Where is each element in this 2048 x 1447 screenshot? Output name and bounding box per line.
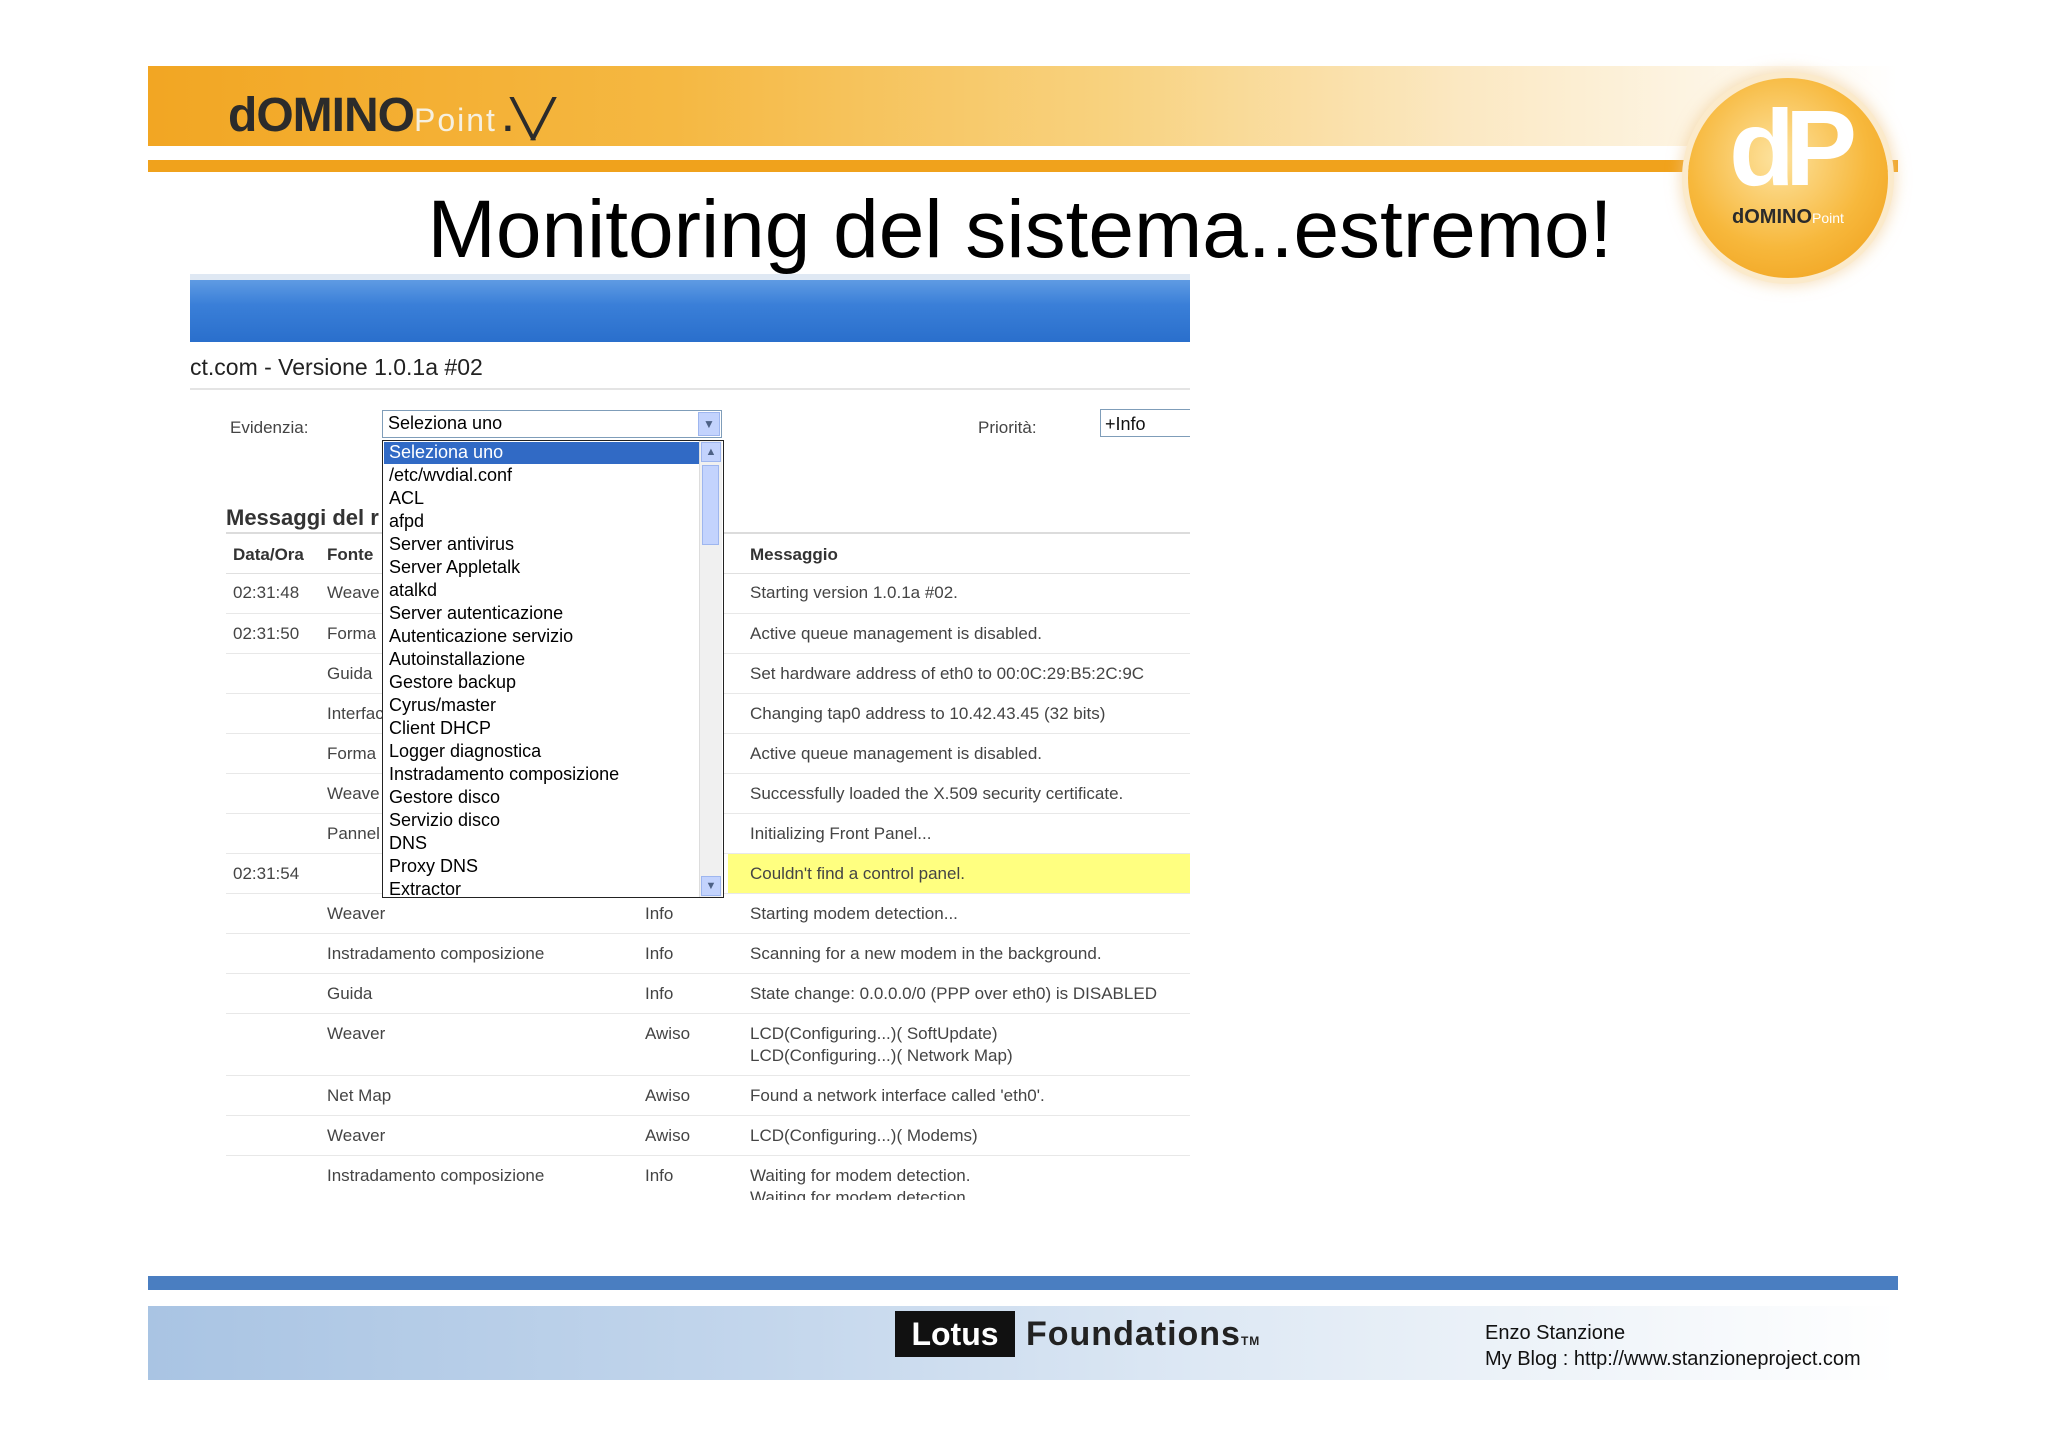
cell-priority: Info <box>645 904 674 923</box>
dropdown-option[interactable]: Server autenticazione <box>389 602 563 625</box>
dropdown-option[interactable]: /etc/wvdial.conf <box>389 464 512 487</box>
dropdown-option[interactable]: Server antivirus <box>389 533 514 556</box>
cell-message-line2: LCD(Configuring...)( Network Map) <box>750 1046 1013 1065</box>
cell-source: Pannel <box>327 824 380 843</box>
row-divider <box>226 1075 1190 1076</box>
dropdown-option[interactable]: Seleziona uno <box>389 441 503 464</box>
priorita-select[interactable]: +Info <box>1100 409 1190 437</box>
priorita-label: Priorità: <box>978 418 1037 437</box>
scroll-up-icon[interactable]: ▲ <box>701 442 721 462</box>
messages-section-title: Messaggi del r <box>226 505 379 530</box>
lotus-logo: Lotus <box>895 1311 1015 1357</box>
cell-message: Starting version 1.0.1a #02. <box>750 583 958 602</box>
dropdown-option[interactable]: Gestore disco <box>389 786 500 809</box>
app-header-bar <box>190 280 1190 342</box>
dropdown-option[interactable]: afpd <box>389 510 424 533</box>
cell-message: Active queue management is disabled. <box>750 624 1043 643</box>
cell-message: Starting modem detection... <box>750 904 958 923</box>
author-name: Enzo Stanzione <box>1485 1322 1626 1344</box>
slide-title: Monitoring del sistema..estremo! <box>427 184 1613 275</box>
cell-source: Guida <box>327 664 373 683</box>
cell-source: Net Map <box>327 1086 392 1105</box>
header-rule <box>148 160 1898 172</box>
dropdown-option[interactable]: Cyrus/master <box>389 694 496 717</box>
dropdown-option[interactable]: Gestore backup <box>389 671 516 694</box>
blog-link[interactable]: My Blog : http://www.stanzioneproject.co… <box>1485 1346 1861 1372</box>
dropdown-scrollbar[interactable]: ▲ ▼ <box>699 441 722 897</box>
dropdown-option[interactable]: Servizio disco <box>389 809 500 832</box>
col-header-fonte: Fonte <box>327 545 374 564</box>
cell-source: Interfac <box>327 704 384 723</box>
cell-source: Forma <box>327 744 377 763</box>
cell-message: Changing tap0 address to 10.42.43.45 (32… <box>750 704 1106 723</box>
evidenzia-label: Evidenzia: <box>230 418 309 437</box>
dropdown-option[interactable]: Autoinstallazione <box>389 648 525 671</box>
cell-priority: Awiso <box>645 1086 691 1105</box>
dropdown-option[interactable]: Logger diagnostica <box>389 740 541 763</box>
cell-source: Weaver <box>327 1126 386 1145</box>
author-info: Enzo Stanzione My Blog : http://www.stan… <box>1485 1320 1861 1372</box>
cell-message: Scanning for a new modem in the backgrou… <box>750 944 1102 963</box>
cell-message: LCD(Configuring...)( Modems) <box>750 1126 978 1145</box>
dropdown-option[interactable]: Autenticazione servizio <box>389 625 573 648</box>
cell-message-line2: Waiting for modem detection... <box>750 1188 980 1200</box>
cell-message: Found a network interface called 'eth0'. <box>750 1086 1045 1105</box>
scrollbar-thumb[interactable] <box>702 465 719 545</box>
cell-message: Successfully loaded the X.509 security c… <box>750 784 1124 803</box>
cell-source: Weave <box>327 784 380 803</box>
row-divider <box>226 1155 1190 1156</box>
dropdown-option[interactable]: ACL <box>389 487 424 510</box>
cell-priority: Info <box>645 944 674 963</box>
cell-source: Weave <box>327 583 380 602</box>
row-divider <box>226 973 1190 974</box>
cell-priority: Info <box>645 1166 674 1185</box>
evidenzia-dropdown-list[interactable]: Seleziona uno/etc/wvdial.conf ACL afpd Serv… <box>382 440 724 898</box>
evidenzia-select-value[interactable]: Seleziona uno <box>388 413 502 434</box>
cell-priority: Awiso <box>645 1024 691 1043</box>
cell-source: Instradamento composizione <box>327 1166 545 1185</box>
cell-message: Couldn't find a control panel. <box>750 864 965 883</box>
cell-message: Waiting for modem detection. <box>750 1166 971 1185</box>
cell-priority: Awiso <box>645 1126 691 1145</box>
dropdown-option[interactable]: DNS <box>389 832 427 855</box>
cell-source: Instradamento composizione <box>327 944 545 963</box>
cell-source: Forma <box>327 624 377 643</box>
chevron-down-icon[interactable]: ▼ <box>698 412 720 436</box>
col-header-messaggio: Messaggio <box>750 545 838 564</box>
app-version-title: ct.com - Versione 1.0.1a #02 <box>190 354 483 380</box>
cell-time: 02:31:54 <box>233 864 300 883</box>
dominopoint-logo: dOMINOPoint .╲╱ <box>228 89 554 142</box>
cell-message: Initializing Front Panel... <box>750 824 932 843</box>
row-divider <box>226 933 1190 934</box>
divider <box>190 388 1190 390</box>
cell-time: 02:31:50 <box>233 624 300 643</box>
cell-source: Weaver <box>327 904 386 923</box>
dropdown-option[interactable]: Instradamento composizione <box>389 763 619 786</box>
cell-time: 02:31:48 <box>233 583 300 602</box>
cell-message: State change: 0.0.0.0/0 (PPP over eth0) … <box>750 984 1157 1003</box>
cell-source: Weaver <box>327 1024 386 1043</box>
cell-message: Active queue management is disabled. <box>750 744 1043 763</box>
col-header-dataora: Data/Ora <box>233 545 304 564</box>
cell-source: Guida <box>327 984 373 1003</box>
cell-message: Set hardware address of eth0 to 00:0C:29… <box>750 664 1145 683</box>
dropdown-option[interactable]: Extractor <box>389 878 461 897</box>
dropdown-option[interactable]: Proxy DNS <box>389 855 478 878</box>
row-divider <box>226 1013 1190 1014</box>
dropdown-option[interactable]: atalkd <box>389 579 437 602</box>
foundations-logo: FoundationsTM <box>1026 1315 1261 1353</box>
dropdown-option[interactable]: Client DHCP <box>389 717 491 740</box>
cell-priority: Info <box>645 984 674 1003</box>
footer-rule <box>148 1276 1898 1290</box>
dropdown-option[interactable]: Server Appletalk <box>389 556 520 579</box>
scroll-down-icon[interactable]: ▼ <box>701 876 721 896</box>
row-divider <box>226 1115 1190 1116</box>
cell-message: LCD(Configuring...)( SoftUpdate) <box>750 1024 998 1043</box>
